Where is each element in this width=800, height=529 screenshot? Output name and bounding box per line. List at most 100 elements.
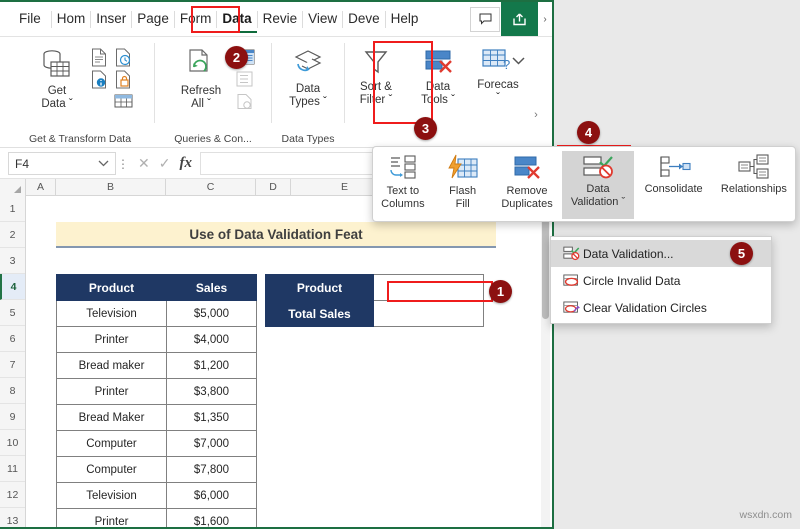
- tab-page-layout[interactable]: Page: [132, 5, 174, 33]
- select-all-button[interactable]: [0, 179, 26, 196]
- share-button[interactable]: [501, 2, 538, 36]
- cell-sales[interactable]: $3,800: [166, 378, 257, 405]
- tab-developer[interactable]: Deve: [343, 5, 385, 33]
- ribbon-group-data-types: Data Types ˇ Data Types: [272, 39, 344, 147]
- cell-sales[interactable]: $6,000: [166, 482, 257, 509]
- lookup-table: Product Total Sales: [265, 274, 484, 327]
- table-row[interactable]: Printer $4,000: [56, 326, 257, 353]
- column-header-b[interactable]: B: [56, 179, 166, 196]
- row-header-6[interactable]: 6: [0, 326, 25, 352]
- step-badge-5: 5: [730, 242, 753, 265]
- tab-home[interactable]: Hom: [52, 5, 91, 33]
- flash-fill-icon: [447, 154, 478, 179]
- table-row[interactable]: Printer $1,600: [56, 508, 257, 527]
- relationships-icon: [738, 154, 769, 179]
- cancel-entry-icon[interactable]: ✕: [138, 155, 150, 172]
- table-row[interactable]: Computer $7,800: [56, 456, 257, 483]
- row-header-13[interactable]: 13: [0, 508, 25, 527]
- row-header-9[interactable]: 9: [0, 404, 25, 430]
- ribbon-overflow-button[interactable]: ›: [527, 39, 545, 129]
- from-text-csv-button[interactable]: [88, 47, 110, 67]
- insert-function-icon[interactable]: fx: [179, 155, 192, 172]
- cell-sales[interactable]: $1,600: [166, 508, 257, 527]
- flash-fill-button[interactable]: Flash Fill: [433, 151, 493, 211]
- table-row[interactable]: Television $6,000: [56, 482, 257, 509]
- lookup-value-product[interactable]: [373, 274, 484, 301]
- cell-product[interactable]: Television: [56, 300, 167, 327]
- row-header-2[interactable]: 2: [0, 222, 25, 248]
- table-row[interactable]: Computer $7,000: [56, 430, 257, 457]
- data-types-button[interactable]: Data Types ˇ: [276, 44, 340, 109]
- tab-help[interactable]: Help: [386, 5, 424, 33]
- tab-review[interactable]: Revie: [258, 5, 303, 33]
- step-badge-1: 1: [489, 280, 512, 303]
- tabstrip-overflow-button[interactable]: ›: [538, 2, 552, 36]
- vertical-scrollbar[interactable]: [541, 197, 550, 527]
- cell-sales[interactable]: $5,000: [166, 300, 257, 327]
- row-header-11[interactable]: 11: [0, 456, 25, 482]
- formula-bar-options-icon[interactable]: ⋮: [116, 157, 130, 171]
- data-validation-icon: [583, 156, 613, 179]
- menu-item-label: Data Validation...: [583, 246, 674, 261]
- row-header-4[interactable]: 4: [0, 274, 25, 300]
- lookup-value-total-sales[interactable]: [373, 300, 484, 327]
- existing-connections-button[interactable]: [88, 69, 110, 89]
- cell-product[interactable]: Bread maker: [56, 352, 167, 379]
- refresh-all-button[interactable]: Refresh All ˇ: [170, 44, 232, 111]
- menu-item-label: Clear Validation Circles: [583, 300, 707, 315]
- row-header-12[interactable]: 12: [0, 482, 25, 508]
- consolidate-button[interactable]: Consolidate: [634, 151, 712, 196]
- ribbon-collapse-button[interactable]: [510, 53, 526, 69]
- edit-links-button[interactable]: [232, 91, 256, 111]
- sales-table-header-product: Product: [56, 274, 167, 301]
- cell-product[interactable]: Printer: [56, 508, 167, 527]
- text-to-columns-button[interactable]: Text to Columns: [373, 151, 433, 211]
- cell-sales[interactable]: $1,350: [166, 404, 257, 431]
- row-header-10[interactable]: 10: [0, 430, 25, 456]
- cell-product[interactable]: Computer: [56, 456, 167, 483]
- cell-sales[interactable]: $7,000: [166, 430, 257, 457]
- remove-duplicates-button[interactable]: Remove Duplicates: [493, 151, 562, 211]
- column-header-c[interactable]: C: [166, 179, 256, 196]
- table-row[interactable]: Bread maker $1,200: [56, 352, 257, 379]
- recent-sources-button[interactable]: [112, 47, 134, 67]
- comments-button[interactable]: [469, 6, 501, 33]
- column-header-d[interactable]: D: [256, 179, 291, 196]
- lookup-row-total-sales: Total Sales: [265, 300, 484, 327]
- table-row[interactable]: Bread Maker $1,350: [56, 404, 257, 431]
- table-row[interactable]: Printer $3,800: [56, 378, 257, 405]
- cell-sales[interactable]: $4,000: [166, 326, 257, 353]
- from-table-range-button[interactable]: [112, 91, 134, 111]
- tab-view[interactable]: View: [303, 5, 342, 33]
- tab-formulas[interactable]: Form: [175, 5, 217, 33]
- properties-button[interactable]: [232, 69, 256, 89]
- row-header-5[interactable]: 5: [0, 300, 25, 326]
- row-header-7[interactable]: 7: [0, 352, 25, 378]
- cell-sales[interactable]: $1,200: [166, 352, 257, 379]
- data-validation-button[interactable]: Data Validation ˇ: [561, 151, 635, 219]
- cell-product[interactable]: Printer: [56, 326, 167, 353]
- menu-item-circle-invalid-data[interactable]: Circle Invalid Data: [551, 267, 771, 294]
- table-row[interactable]: Television $5,000: [56, 300, 257, 327]
- menu-item-clear-validation-circles[interactable]: Clear Validation Circles: [551, 294, 771, 321]
- data-tools-button[interactable]: Data Tools ˇ: [409, 44, 467, 107]
- cell-product[interactable]: Computer: [56, 430, 167, 457]
- cell-product[interactable]: Printer: [56, 378, 167, 405]
- column-header-a[interactable]: A: [26, 179, 56, 196]
- tab-data[interactable]: Data: [217, 5, 257, 33]
- sales-table-header-sales: Sales: [166, 274, 257, 301]
- cell-product[interactable]: Television: [56, 482, 167, 509]
- row-header-8[interactable]: 8: [0, 378, 25, 404]
- tab-file[interactable]: File: [14, 5, 51, 33]
- row-header-1[interactable]: 1: [0, 196, 25, 222]
- tab-insert[interactable]: Inser: [91, 5, 131, 33]
- cell-product[interactable]: Bread Maker: [56, 404, 167, 431]
- cell-sales[interactable]: $7,800: [166, 456, 257, 483]
- row-header-3[interactable]: 3: [0, 248, 25, 274]
- from-web-button[interactable]: [112, 69, 134, 89]
- get-data-button[interactable]: Get Data ˇ: [26, 44, 88, 111]
- name-box[interactable]: F4: [8, 152, 116, 175]
- relationships-button[interactable]: Relationships: [713, 151, 795, 196]
- confirm-entry-icon[interactable]: ✓: [159, 155, 171, 172]
- sort-filter-button[interactable]: Sort & Filter ˇ: [347, 44, 405, 107]
